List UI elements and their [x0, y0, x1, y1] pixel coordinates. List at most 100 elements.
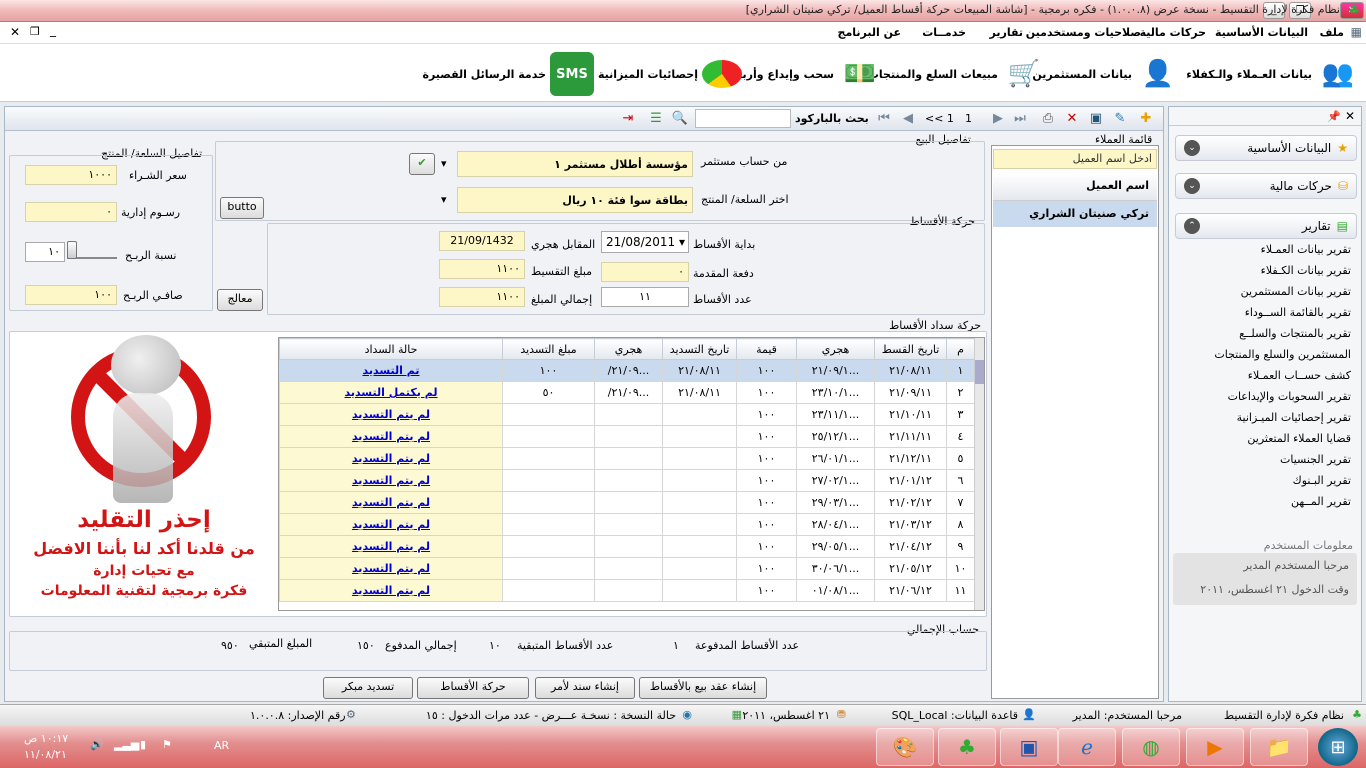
amount-field[interactable]: ١١٠٠ [439, 259, 525, 279]
table-row[interactable]: ٣ ٢١/١٠/١١ ...٢٣/١١/١ ١٠٠ لم يتم التسديد [279, 403, 975, 426]
down-payment-field[interactable]: ٠ [601, 262, 689, 282]
battery-icon[interactable]: ▮ [140, 738, 146, 751]
flag-icon[interactable]: ⚑ [162, 738, 172, 751]
nav-report-item[interactable]: تقرير البـنوك [1293, 474, 1351, 487]
menu-services[interactable]: خدمــات [922, 26, 966, 39]
payment-status-link[interactable]: تم التسديد [362, 364, 419, 377]
menu-basic-data[interactable]: البيانات الأساسية [1215, 26, 1308, 39]
delete-icon[interactable]: ✕ [1063, 110, 1081, 127]
table-row[interactable]: ٤ ٢١/١١/١١ ...٢٥/١٢/١ ١٠٠ لم يتم التسديد [279, 425, 975, 448]
buy-price-field[interactable]: ١٠٠٠ [25, 165, 117, 185]
payment-status-link[interactable]: لم يتم التسديد [352, 562, 430, 575]
taskbar-ie[interactable]: ℯ [1058, 728, 1116, 766]
payment-status-link[interactable]: لم يتم التسديد [352, 408, 430, 421]
side-button[interactable]: butto [220, 197, 264, 219]
count-stepper[interactable]: ١١ [601, 287, 689, 307]
mdi-restore-icon[interactable]: ❐ [30, 25, 40, 38]
confirm-investor-button[interactable]: ✔ [409, 153, 435, 175]
net-profit-field[interactable]: ١٠٠ [25, 285, 117, 305]
installments-movement-button[interactable]: حركة الأقساط [417, 677, 529, 699]
grid-column-header[interactable]: تاريخ التسديد [662, 338, 737, 360]
admin-fee-field[interactable]: ٠ [25, 202, 117, 222]
taskbar-paint[interactable]: 🎨 [876, 728, 934, 766]
menu-about[interactable]: عن البرنامج [838, 26, 901, 39]
customers-button[interactable]: 👥 بيانات العـملاء والـكفلاء [1186, 52, 1360, 96]
payment-status-link[interactable]: لم يتم التسديد [352, 474, 430, 487]
start-date-picker[interactable]: 21/08/2011 ▾ [601, 231, 689, 253]
menu-file[interactable]: ملف [1320, 26, 1344, 39]
payment-status-link[interactable]: لم يتم التسديد [352, 430, 430, 443]
table-row[interactable]: ١٠ ٢١/٠٥/١٢ ...٣٠/٠٦/١ ١٠٠ لم يتم التسديد [279, 557, 975, 580]
investors-button[interactable]: 👤 بيانات المستثمرين [1032, 52, 1180, 96]
grid-column-header[interactable]: هجري [796, 338, 875, 360]
next-record-icon[interactable]: ▶ [989, 110, 1007, 127]
nav-report-item[interactable]: تقرير بالقائمة الســوداء [1245, 306, 1351, 319]
nav-close-icon[interactable]: ✕ [1345, 109, 1355, 123]
nav-section-reports[interactable]: ▤ تقارير ⌃ [1175, 213, 1357, 239]
add-icon[interactable]: ✚ [1137, 110, 1155, 127]
nav-report-item[interactable]: تقرير بيانات العمـلاء [1261, 243, 1351, 256]
table-row[interactable]: ٧ ٢١/٠٢/١٢ ...٢٩/٠٣/١ ١٠٠ لم يتم التسديد [279, 491, 975, 514]
nav-report-item[interactable]: كشف حســاب العمـلاء [1248, 369, 1351, 382]
signal-icon[interactable]: ▂▃▅ [114, 738, 139, 751]
table-row[interactable]: ٨ ٢١/٠٣/١٢ ...٢٨/٠٤/١ ١٠٠ لم يتم التسديد [279, 513, 975, 536]
budget-button[interactable]: إحصائيات الميزانية [598, 52, 742, 96]
table-row[interactable]: ٩ ٢١/٠٤/١٢ ...٢٩/٠٥/١ ١٠٠ لم يتم التسديد [279, 535, 975, 558]
search-icon[interactable]: 🔍 [671, 110, 689, 127]
grid-column-header[interactable]: تاريخ القسط [874, 338, 947, 360]
taskbar-app-window[interactable]: ▣ [1000, 728, 1058, 766]
volume-icon[interactable]: 🔊 [90, 738, 104, 751]
customer-search-input[interactable]: ادخل اسم العميل [993, 149, 1157, 169]
nav-report-item[interactable]: تقرير بيانات المستثمرين [1241, 285, 1351, 298]
prev-record-icon[interactable]: ◀ [899, 110, 917, 127]
nav-report-item[interactable]: تقرير السحوبات والإيداعات [1228, 390, 1351, 403]
last-record-icon[interactable]: ⏭ [1011, 110, 1029, 127]
nav-report-item[interactable]: المستثمرين والسلع والمنتجات [1214, 348, 1351, 361]
save-icon[interactable]: ▣ [1087, 110, 1105, 127]
payment-status-link[interactable]: لم يتم التسديد [352, 452, 430, 465]
mdi-minimize-icon[interactable]: _ [50, 23, 56, 37]
filter-list-icon[interactable]: ☰ [647, 110, 665, 127]
table-row[interactable]: ١ ٢١/٠٨/١١ ...٢١/٠٩/١ ١٠٠ ٢١/٠٨/١١ ...٢١/٠٩/١… [279, 359, 975, 382]
product-dropdown-icon[interactable]: ▾ [441, 193, 447, 206]
product-select[interactable]: بطاقة سوا فئة ١٠ ريال [457, 187, 693, 213]
nav-report-item[interactable]: قضايا العملاء المتعثرين [1247, 432, 1351, 445]
payment-status-link[interactable]: لم يتم التسديد [352, 584, 430, 597]
total-field[interactable]: ١١٠٠ [439, 287, 525, 307]
grid-column-header[interactable]: م [946, 338, 975, 360]
nav-report-item[interactable]: تقرير بالمنتجات والسلــع [1239, 327, 1351, 340]
payments-grid[interactable]: م تاريخ القسط هجري قيمة تاريخ التسديد هجري مبل… [278, 337, 985, 611]
withdraw-button[interactable]: 💵 سحب وإيداع وأرباح [730, 52, 882, 96]
mdi-close-icon[interactable]: ✕ [10, 25, 20, 39]
nav-section-finance[interactable]: ⛁ حركات مالية ⌄ [1175, 173, 1357, 199]
menu-reports[interactable]: تقارير [990, 26, 1023, 39]
nav-section-basic[interactable]: ★ البيانات الأساسية ⌄ [1175, 135, 1357, 161]
table-row[interactable]: ٦ ٢١/٠١/١٢ ...٢٧/٠٢/١ ١٠٠ لم يتم التسديد [279, 469, 975, 492]
investor-select[interactable]: مؤسسة أطلال مستثمر ١ [457, 151, 693, 177]
sales-button[interactable]: 🛒 مبيعات السلع والمنتجات [868, 52, 1046, 96]
menu-permissions[interactable]: صلاحيات ومستخدمين [1026, 26, 1141, 39]
sms-button[interactable]: SMS خدمة الرسائل القصيرة [422, 52, 594, 96]
taskbar-media-player[interactable]: ▶ [1186, 728, 1244, 766]
nav-report-item[interactable]: تقرير بيانات الكـفلاء [1261, 264, 1351, 277]
investor-dropdown-icon[interactable]: ▾ [441, 157, 447, 170]
menu-finance[interactable]: حركات مالية [1140, 26, 1206, 39]
grid-scrollbar[interactable] [974, 338, 984, 610]
table-row[interactable]: ٢ ٢١/٠٩/١١ ...٢٣/١٠/١ ١٠٠ ٢١/٠٨/١١ ...٢١/٠٩/٥… [279, 381, 975, 404]
clock-date[interactable]: ١١/٠٨/٢١ [24, 748, 67, 761]
grid-column-header[interactable]: قيمة [736, 338, 797, 360]
taskbar-explorer[interactable]: 📁 [1250, 728, 1308, 766]
create-order-button[interactable]: إنشاء سند لأمر [535, 677, 635, 699]
print-icon[interactable]: ⎙ [1039, 110, 1057, 127]
nav-pin-icon[interactable]: 📌 [1327, 110, 1341, 123]
nav-report-item[interactable]: تقرير إحصائيات الميـزانية [1237, 411, 1351, 424]
taskbar-chrome[interactable]: ◍ [1122, 728, 1180, 766]
table-row[interactable]: ٥ ٢١/١٢/١١ ...٢٦/٠١/١ ١٠٠ لم يتم التسديد [279, 447, 975, 470]
edit-icon[interactable]: ✎ [1111, 110, 1129, 127]
profit-rate-slider[interactable] [67, 241, 77, 259]
start-button[interactable]: ⊞ [1318, 728, 1358, 766]
customer-list-item[interactable]: تركي صنيتان الشراري [993, 201, 1157, 227]
payment-status-link[interactable]: لم يتم التسديد [352, 496, 430, 509]
taskbar-installment-app[interactable]: ♣ [938, 728, 996, 766]
process-button[interactable]: معالج [217, 289, 263, 311]
